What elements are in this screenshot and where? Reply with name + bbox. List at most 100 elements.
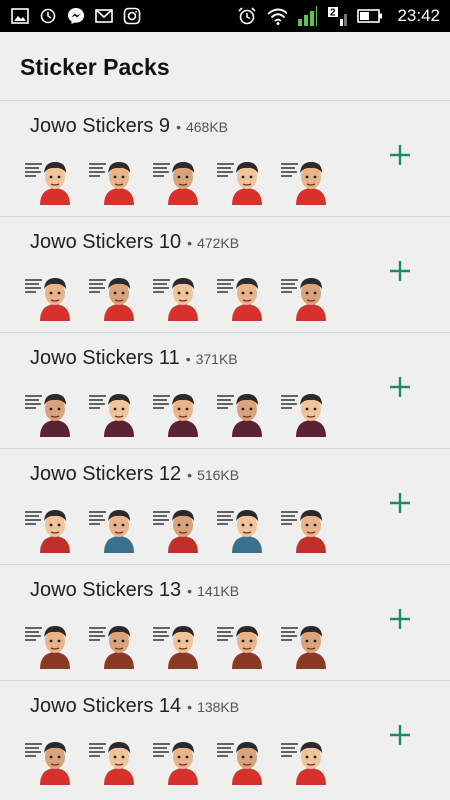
sticker-pack-item[interactable]: Jowo Stickers 14 • 138KB [0, 680, 450, 796]
sticker-preview-row [24, 271, 330, 321]
sticker-caption-art [152, 509, 174, 529]
battery-icon [357, 6, 383, 26]
sticker-thumbnail [152, 155, 202, 205]
sticker-thumbnail [24, 387, 74, 437]
sticker-caption-art [216, 741, 238, 761]
sticker-thumbnail [88, 155, 138, 205]
add-pack-button[interactable] [384, 487, 416, 519]
pack-name: Jowo Stickers 11 [30, 347, 180, 369]
sticker-caption-art [216, 509, 238, 529]
signal-2-icon: 2 [327, 6, 348, 26]
sticker-thumbnail [280, 387, 330, 437]
sticker-thumbnail [24, 503, 74, 553]
pack-name: Jowo Stickers 10 [30, 231, 182, 253]
pack-name: Jowo Stickers 14 [30, 695, 182, 717]
pack-header: Jowo Stickers 12 • 516KB [30, 463, 239, 486]
separator-dot: • [187, 235, 193, 251]
separator-dot: • [187, 583, 193, 599]
add-pack-button[interactable] [384, 139, 416, 171]
sticker-caption-art [88, 161, 110, 181]
mail-icon [94, 6, 114, 26]
clock: 23:42 [397, 6, 440, 25]
pack-size: 472KB [197, 235, 240, 251]
app-bar: Sticker Packs [0, 32, 450, 100]
sticker-caption-art [280, 393, 302, 413]
sticker-pack-list: Jowo Stickers 9 • 468KB Jowo Stickers 10… [0, 100, 450, 796]
sticker-thumbnail [24, 155, 74, 205]
plus-icon [390, 261, 410, 281]
plus-icon [390, 725, 410, 745]
sticker-caption-art [24, 741, 46, 761]
gallery-icon [10, 6, 30, 26]
sticker-thumbnail [280, 155, 330, 205]
sticker-thumbnail [152, 387, 202, 437]
pack-size: 141KB [197, 583, 240, 599]
add-pack-button[interactable] [384, 603, 416, 635]
pack-header: Jowo Stickers 11 • 371KB [30, 347, 238, 370]
sticker-thumbnail [88, 387, 138, 437]
sticker-thumbnail [280, 503, 330, 553]
sticker-caption-art [88, 393, 110, 413]
sticker-pack-item[interactable]: Jowo Stickers 11 • 371KB [0, 332, 450, 448]
pack-size: 516KB [197, 467, 240, 483]
sticker-thumbnail [24, 271, 74, 321]
add-pack-button[interactable] [384, 255, 416, 287]
sticker-pack-item[interactable]: Jowo Stickers 12 • 516KB [0, 448, 450, 564]
pack-header: Jowo Stickers 10 • 472KB [30, 231, 239, 254]
sticker-caption-art [24, 277, 46, 297]
sticker-thumbnail [24, 735, 74, 785]
sticker-caption-art [216, 277, 238, 297]
sticker-thumbnail [152, 503, 202, 553]
sticker-caption-art [152, 277, 174, 297]
pack-size: 138KB [197, 699, 240, 715]
sticker-thumbnail [280, 271, 330, 321]
sticker-thumbnail [216, 735, 266, 785]
sticker-preview-row [24, 155, 330, 205]
sticker-thumbnail [88, 619, 138, 669]
wifi-icon [267, 6, 288, 26]
sticker-caption-art [24, 393, 46, 413]
sticker-thumbnail [216, 387, 266, 437]
sticker-caption-art [216, 625, 238, 645]
sticker-caption-art [24, 161, 46, 181]
sticker-thumbnail [88, 735, 138, 785]
sticker-caption-art [152, 161, 174, 181]
sticker-pack-item[interactable]: Jowo Stickers 13 • 141KB [0, 564, 450, 680]
sticker-thumbnail [280, 735, 330, 785]
sticker-pack-item[interactable]: Jowo Stickers 10 • 472KB [0, 216, 450, 332]
sticker-thumbnail [152, 619, 202, 669]
separator-dot: • [185, 351, 191, 367]
sticker-preview-row [24, 387, 330, 437]
sticker-caption-art [280, 741, 302, 761]
pack-name: Jowo Stickers 9 [30, 115, 171, 137]
sticker-thumbnail [88, 503, 138, 553]
sticker-pack-item[interactable]: Jowo Stickers 9 • 468KB [0, 100, 450, 216]
plus-icon [390, 377, 410, 397]
sticker-caption-art [24, 509, 46, 529]
sticker-caption-art [152, 741, 174, 761]
svg-text:2: 2 [330, 8, 336, 19]
sticker-caption-art [280, 277, 302, 297]
separator-dot: • [187, 699, 193, 715]
add-pack-button[interactable] [384, 719, 416, 751]
sticker-preview-row [24, 735, 330, 785]
pack-name: Jowo Stickers 13 [30, 579, 182, 601]
sticker-thumbnail [88, 271, 138, 321]
sticker-preview-row [24, 503, 330, 553]
sticker-caption-art [152, 625, 174, 645]
sticker-caption-art [216, 161, 238, 181]
status-bar: 2 23:42 [0, 0, 450, 32]
separator-dot: • [176, 119, 181, 135]
pack-size: 468KB [185, 119, 229, 135]
sticker-caption-art [88, 277, 110, 297]
sticker-thumbnail [152, 271, 202, 321]
sticker-thumbnail [216, 619, 266, 669]
pack-header: Jowo Stickers 13 • 141KB [30, 579, 239, 602]
signal-icon [297, 6, 318, 26]
page-title: Sticker Packs [20, 54, 170, 80]
sticker-caption-art [152, 393, 174, 413]
sticker-caption-art [88, 741, 110, 761]
pack-name: Jowo Stickers 12 [30, 463, 182, 485]
add-pack-button[interactable] [384, 371, 416, 403]
plus-icon [390, 493, 410, 513]
